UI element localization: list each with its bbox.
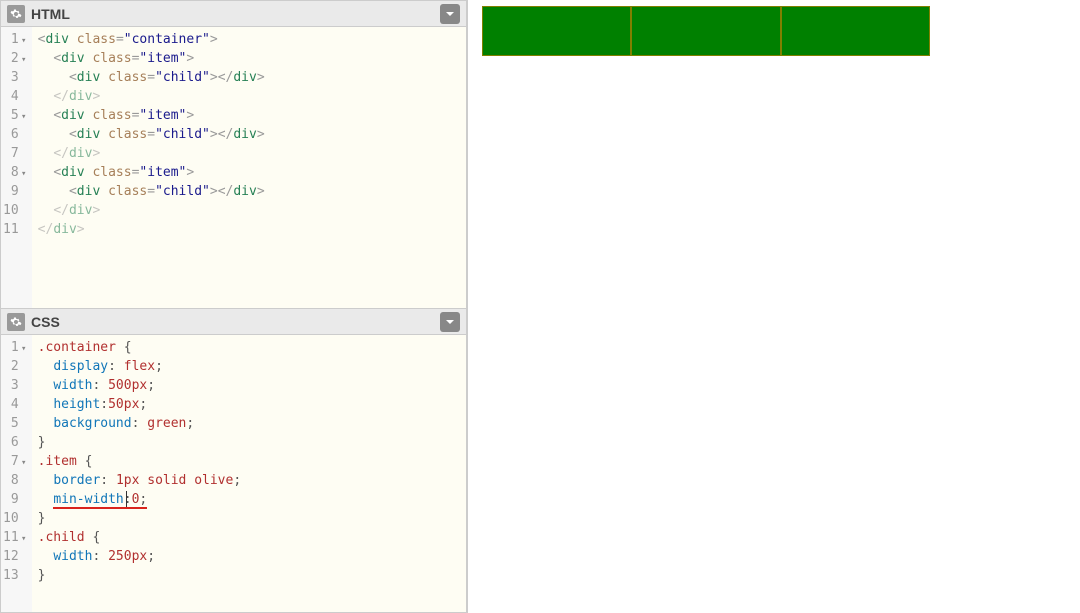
html-code-lines: <div class="container"> <div class="item…	[32, 27, 466, 308]
preview-column	[468, 0, 1080, 613]
gear-icon[interactable]	[7, 313, 25, 331]
css-panel-title: CSS	[31, 314, 434, 330]
editor-column: HTML 1▾2▾3 4 5▾6 7 8▾9 10 11 <div class=…	[0, 0, 468, 613]
css-panel-header: CSS	[1, 309, 466, 335]
css-panel: CSS 1▾2 3 4 5 6 7▾8 9 10 11▾12 13 .conta…	[0, 309, 467, 613]
gear-icon[interactable]	[7, 5, 25, 23]
html-panel-header: HTML	[1, 1, 466, 27]
html-panel: HTML 1▾2▾3 4 5▾6 7 8▾9 10 11 <div class=…	[0, 0, 467, 309]
html-panel-title: HTML	[31, 6, 434, 22]
css-code-lines: .container { display: flex; width: 500px…	[32, 335, 466, 612]
preview-item	[631, 6, 780, 56]
preview-item	[482, 6, 631, 56]
chevron-down-icon[interactable]	[440, 312, 460, 332]
css-gutter: 1▾2 3 4 5 6 7▾8 9 10 11▾12 13	[1, 335, 32, 612]
html-gutter: 1▾2▾3 4 5▾6 7 8▾9 10 11	[1, 27, 32, 308]
preview-container	[482, 6, 930, 56]
preview-item	[781, 6, 930, 56]
html-code-editor[interactable]: 1▾2▾3 4 5▾6 7 8▾9 10 11 <div class="cont…	[1, 27, 466, 308]
chevron-down-icon[interactable]	[440, 4, 460, 24]
css-code-editor[interactable]: 1▾2 3 4 5 6 7▾8 9 10 11▾12 13 .container…	[1, 335, 466, 612]
